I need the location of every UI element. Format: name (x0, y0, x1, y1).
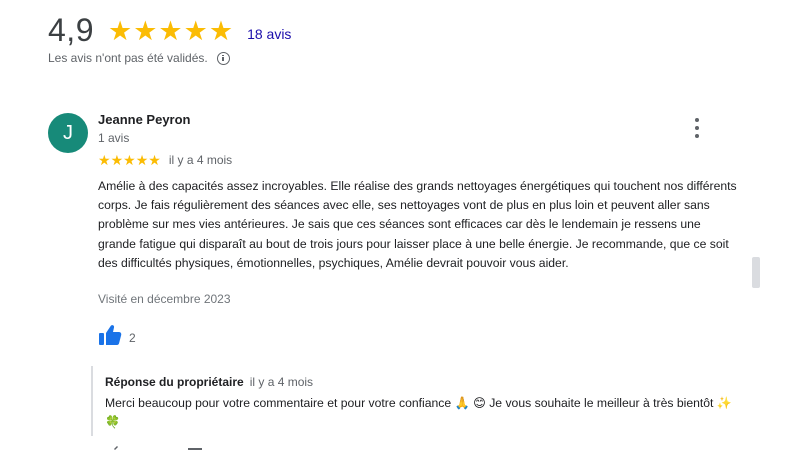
star-icon: ★ (98, 152, 111, 168)
like-count: 2 (129, 330, 136, 345)
dot-icon (695, 118, 699, 122)
thumbs-up-icon[interactable] (98, 324, 122, 351)
owner-reply-text: Merci beaucoup pour votre commentaire et… (105, 396, 733, 430)
owner-reply: Réponse du propriétaire il y a 4 mois Me… (91, 366, 741, 436)
review-meta: ★ ★ ★ ★ ★ il y a 4 mois (98, 153, 232, 167)
star-icon: ★ (123, 152, 136, 168)
star-icon: ★ (208, 16, 234, 46)
average-stars: ★ ★ ★ ★ ★ (108, 18, 233, 45)
review-text: Amélie à des capacités assez incroyables… (98, 179, 737, 270)
visited-date: Visité en décembre 2023 (98, 292, 231, 306)
edit-icon[interactable] (104, 441, 118, 450)
dot-icon (695, 126, 699, 130)
delete-icon[interactable] (188, 441, 202, 450)
owner-reply-title: Réponse du propriétaire (105, 375, 244, 389)
star-icon: ★ (133, 16, 158, 46)
star-icon: ★ (110, 152, 124, 168)
star-icon: ★ (135, 152, 149, 168)
info-icon[interactable] (216, 51, 230, 65)
reviews-panel: 4,9 ★ ★ ★ ★ ★ 18 avis Les avis n'ont pas… (0, 0, 800, 450)
rating-summary: 4,9 ★ ★ ★ ★ ★ 18 avis (48, 12, 291, 49)
owner-reply-time: il y a 4 mois (249, 375, 314, 389)
reply-actions (104, 441, 202, 450)
dot-icon (695, 134, 699, 138)
star-icon: ★ (148, 152, 161, 168)
like-section: 2 (98, 324, 136, 351)
star-icon: ★ (158, 16, 183, 46)
reviewer-review-count: 1 avis (98, 131, 130, 145)
scrollbar-thumb[interactable] (752, 257, 760, 288)
unverified-note: Les avis n'ont pas été validés. (48, 51, 230, 65)
review-count-link[interactable]: 18 avis (247, 26, 291, 42)
avatar-initial: J (63, 121, 73, 144)
review-time: il y a 4 mois (168, 153, 233, 167)
more-options-button[interactable] (690, 118, 704, 138)
star-icon: ★ (183, 16, 208, 46)
star-icon: ★ (107, 16, 133, 46)
reviewer-name[interactable]: Jeanne Peyron (98, 112, 191, 127)
average-rating: 4,9 (48, 12, 94, 48)
avatar[interactable]: J (48, 113, 88, 153)
unverified-note-text: Les avis n'ont pas été validés. (48, 51, 208, 65)
review-stars: ★ ★ ★ ★ ★ (98, 153, 161, 167)
